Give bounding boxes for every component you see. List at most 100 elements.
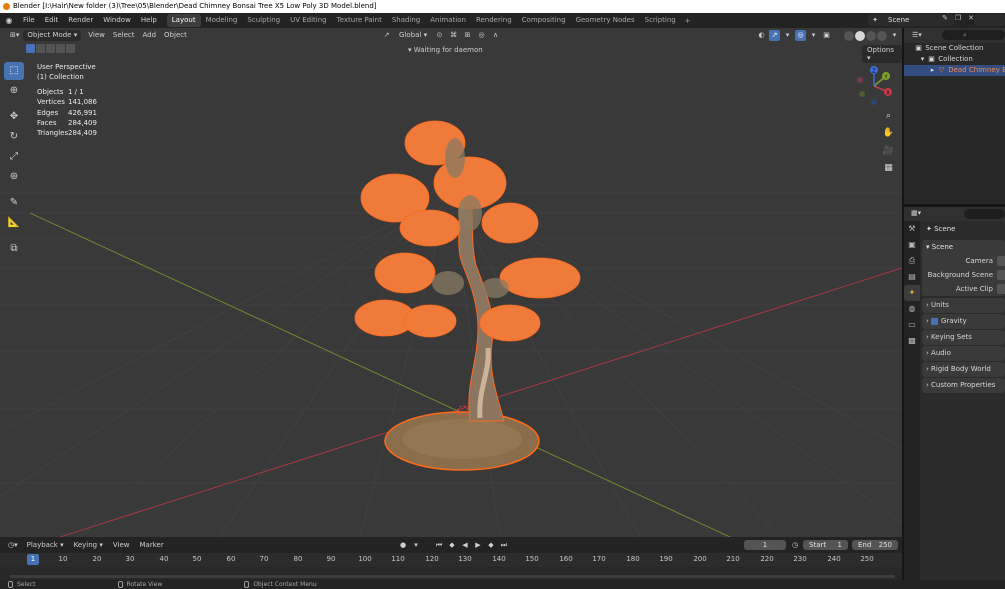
menu-help[interactable]: Help [136,13,162,28]
playhead[interactable]: 1 [27,554,39,565]
tab-layout[interactable]: Layout [166,14,201,27]
navigation-gizmo[interactable]: X Y Z [852,64,896,108]
current-frame-field[interactable]: 1 [744,540,786,550]
frame-ruler[interactable]: 1 10 20 30 40 50 60 70 80 90 100 110 120… [0,553,902,567]
tab-geometry-nodes[interactable]: Geometry Nodes [571,14,640,27]
render-tab-icon[interactable]: ▣ [904,237,920,253]
properties-editor[interactable]: ▦▾ ⚒ ▣ ⎙ ▤ ✦ ◍ ▭ ▩ ✦ Scene ▾ Scene Camer… [904,207,1005,580]
menu-object[interactable]: Object [160,30,191,41]
tab-modeling[interactable]: Modeling [201,14,243,27]
tab-sculpting[interactable]: Sculpting [242,14,285,27]
camera-row[interactable]: Camera [922,254,1005,268]
texture-tab-icon[interactable]: ▩ [904,333,920,349]
timeline-track-area[interactable] [0,567,902,580]
shading-dropdown-icon[interactable]: ▾ [889,30,900,41]
menu-render[interactable]: Render [63,13,98,28]
select-intersect-mode-icon[interactable] [66,44,75,53]
scale-tool-icon[interactable]: ⤢ [4,148,24,166]
background-scene-field[interactable] [997,270,1005,280]
select-box-mode-icon[interactable] [26,44,35,53]
custom-properties-panel[interactable]: › Custom Properties [922,378,1005,393]
properties-editor-type-icon[interactable]: ▦▾ [907,208,925,219]
play-reverse-icon[interactable]: ◀ [460,540,470,550]
collapse-arrow-icon[interactable]: ▾ [918,54,927,65]
menu-edit[interactable]: Edit [40,13,64,28]
properties-search[interactable] [964,209,1005,219]
orientation-icon[interactable]: ↗ [381,30,392,41]
outliner-row-collection[interactable]: ▾ ▣ Collection [904,54,1005,65]
menu-marker[interactable]: Marker [135,537,169,553]
snap-target-icon[interactable]: ⊞ [462,30,473,41]
output-tab-icon[interactable]: ⎙ [904,253,920,269]
move-tool-icon[interactable]: ✥ [4,108,24,126]
start-frame-field[interactable]: Start 1 [803,540,848,550]
outliner-search[interactable]: ⌕ [942,30,1005,40]
timeline-scrollbar[interactable] [10,575,895,578]
gravity-panel[interactable]: › Gravity [922,314,1005,329]
add-cube-tool-icon[interactable]: ⧉ [4,240,24,258]
clock-icon[interactable]: ◷ [790,540,800,550]
outliner[interactable]: ☰▾ ⌕ ▣ Scene Collection ▾ ▣ Collection ▸ ▽… [904,28,1005,204]
overlay-toggle-icon[interactable]: ◎ [795,30,806,41]
end-frame-field[interactable]: End 250 [852,540,898,550]
menu-file[interactable]: File [18,13,40,28]
menu-window[interactable]: Window [98,13,136,28]
active-clip-row[interactable]: Active Clip [922,282,1005,296]
record-icon[interactable]: ● [398,540,408,550]
select-box-tool-icon[interactable]: ⬚ [4,62,24,80]
select-extend-mode-icon[interactable] [36,44,45,53]
editor-type-icon[interactable]: ⊞▾ [6,30,23,41]
gravity-checkbox[interactable] [931,317,939,325]
mode-selector[interactable]: Object Mode ▾ [23,30,82,41]
visibility-icon[interactable]: ◐ [756,30,767,41]
tab-rendering[interactable]: Rendering [471,14,517,27]
3d-viewport[interactable]: ⊞▾ Object Mode ▾ View Select Add Object … [0,28,902,537]
blender-menu-icon[interactable]: ◉ [0,16,18,25]
keying-sets-panel[interactable]: › Keying Sets [922,330,1005,345]
select-invert-mode-icon[interactable] [56,44,65,53]
options-button[interactable]: Options ▾ [862,45,902,63]
scene-tab-icon[interactable]: ✦ [904,285,920,301]
world-tab-icon[interactable]: ◍ [904,301,920,317]
view-layer-selector[interactable] [974,14,1005,26]
active-clip-field[interactable] [997,284,1005,294]
prev-keyframe-icon[interactable]: ◆ [447,540,457,550]
tab-compositing[interactable]: Compositing [517,14,571,27]
tab-animation[interactable]: Animation [425,14,471,27]
menu-keying[interactable]: Keying ▾ [69,537,108,553]
tab-shading[interactable]: Shading [387,14,425,27]
audio-panel[interactable]: › Audio [922,346,1005,361]
orientation-selector[interactable]: Global ▾ [395,30,431,41]
menu-add[interactable]: Add [138,30,160,41]
menu-select[interactable]: Select [109,30,139,41]
falloff-icon[interactable]: ∧ [490,30,501,41]
overlay-dropdown-icon[interactable]: ▾ [808,30,819,41]
play-icon[interactable]: ▶ [473,540,483,550]
gizmo-toggle-icon[interactable]: ↗ [769,30,780,41]
scene-panel-header[interactable]: ▾ Scene [922,240,1005,254]
outliner-row-object[interactable]: ▸▽ Dead Chimney Bonsai [904,65,1005,76]
pan-hand-icon[interactable]: ✋ [881,126,896,141]
menu-playback[interactable]: Playback ▾ [22,537,69,553]
snap-icon[interactable]: ⌘ [448,30,459,41]
wireframe-shading-icon[interactable] [844,30,854,41]
zoom-icon[interactable]: ⌕ [881,109,896,124]
tab-texture-paint[interactable]: Texture Paint [332,14,387,27]
material-shading-icon[interactable] [866,30,876,41]
jump-start-icon[interactable]: ⏮ [434,540,444,550]
camera-view-icon[interactable]: 🎥 [881,144,896,159]
transform-tool-icon[interactable]: ⊛ [4,168,24,186]
gizmo-dropdown-icon[interactable]: ▾ [782,30,793,41]
view-layer-tab-icon[interactable]: ▤ [904,269,920,285]
perspective-toggle-icon[interactable]: ▦ [881,161,896,176]
background-scene-row[interactable]: Background Scene [922,268,1005,282]
proportional-edit-icon[interactable]: ◎ [476,30,487,41]
pin-icon[interactable]: ✎ [940,14,950,26]
rigid-body-world-panel[interactable]: › Rigid Body World [922,362,1005,377]
select-subtract-mode-icon[interactable] [46,44,55,53]
timeline-editor-type-icon[interactable]: ◷▾ [4,540,22,551]
tab-uv-editing[interactable]: UV Editing [285,14,332,27]
units-panel[interactable]: › Units [922,298,1005,313]
solid-shading-icon[interactable] [855,30,865,41]
expand-arrow-icon[interactable]: ▸ [928,65,937,76]
